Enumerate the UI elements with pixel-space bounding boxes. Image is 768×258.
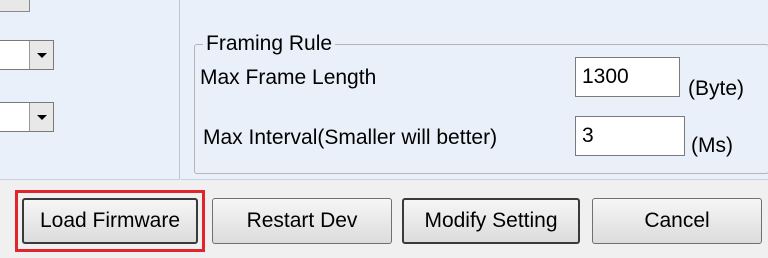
max-interval-field[interactable]: 3 <box>575 116 685 156</box>
max-frame-length-unit: (Byte) <box>688 77 745 100</box>
max-interval-unit: (Ms) <box>691 134 733 157</box>
restart-dev-button[interactable]: Restart Dev <box>212 198 392 244</box>
combo-box-1[interactable] <box>0 40 54 70</box>
cropped-control[interactable] <box>0 0 30 12</box>
chevron-down-icon <box>36 114 47 120</box>
max-frame-length-label: Max Frame Length <box>200 66 377 89</box>
modify-setting-button[interactable]: Modify Setting <box>402 198 580 244</box>
combo-box-2[interactable] <box>0 102 54 132</box>
combo-dropdown-button[interactable] <box>29 41 53 69</box>
highlight-box <box>15 190 205 252</box>
framing-panel: Framing Rule Max Frame Length 1300 (Byte… <box>181 0 768 180</box>
max-interval-label: Max Interval(Smaller will better) <box>203 126 498 149</box>
cancel-button[interactable]: Cancel <box>592 198 762 244</box>
combo-dropdown-button[interactable] <box>29 103 53 131</box>
chevron-down-icon <box>36 52 47 58</box>
max-frame-length-field[interactable]: 1300 <box>575 57 680 97</box>
left-settings-panel <box>0 0 180 180</box>
framing-rule-title: Framing Rule <box>203 33 336 55</box>
